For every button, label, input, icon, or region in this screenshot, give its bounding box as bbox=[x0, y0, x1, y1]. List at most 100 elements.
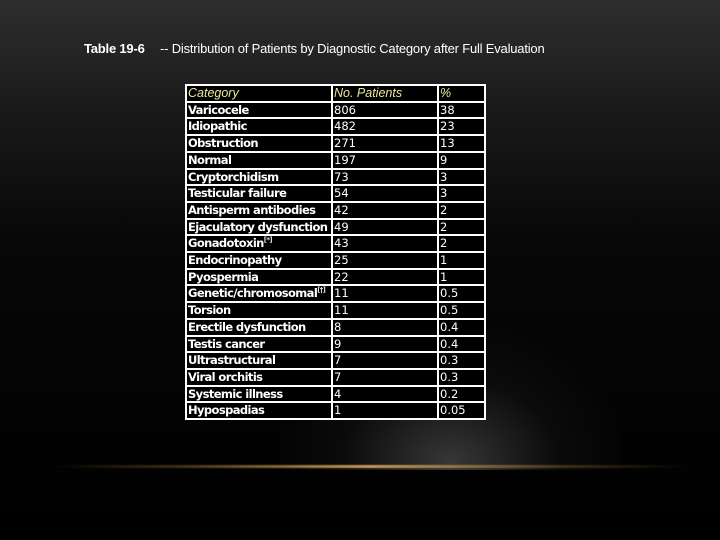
cell-category: Obstruction bbox=[185, 134, 333, 153]
cell-percent: 1 bbox=[437, 251, 486, 270]
cell-category: Erectile dysfunction bbox=[185, 317, 333, 337]
cell-percent: 2 bbox=[437, 217, 486, 237]
cell-patients: 11 bbox=[331, 284, 439, 304]
cell-category: Cryptorchidism bbox=[185, 167, 333, 187]
table-row: Endocrinopathy 25 1 bbox=[185, 251, 486, 270]
category-label: Systemic illness bbox=[188, 386, 283, 401]
category-label: Endocrinopathy bbox=[188, 253, 282, 268]
cell-category: Varicocele bbox=[185, 100, 333, 120]
cell-percent: 2 bbox=[437, 200, 486, 220]
header-category: Category bbox=[185, 84, 333, 103]
cell-percent: 13 bbox=[437, 134, 486, 153]
cell-percent: 9 bbox=[437, 150, 486, 170]
cell-category: Hypospadias bbox=[185, 401, 333, 421]
cell-percent: 38 bbox=[437, 100, 486, 120]
category-label: Ultrastructural bbox=[188, 353, 276, 368]
table-row: Testicular failure 54 3 bbox=[185, 184, 486, 203]
category-label: Erectile dysfunction bbox=[188, 319, 306, 334]
table-row: Idiopathic 482 23 bbox=[185, 117, 486, 137]
table-row: Gonadotoxin[*] 43 2 bbox=[185, 234, 486, 254]
cell-patients: 54 bbox=[331, 184, 439, 203]
table-row: Pyospermia 22 1 bbox=[185, 267, 486, 287]
table-row: Varicocele 806 38 bbox=[185, 100, 486, 120]
cell-category: Antisperm antibodies bbox=[185, 200, 333, 220]
cell-category: Testis cancer bbox=[185, 334, 333, 354]
category-label: Ejaculatory dysfunction bbox=[188, 219, 328, 234]
category-label: Hypospadias bbox=[188, 403, 265, 418]
cell-category: Systemic illness bbox=[185, 384, 333, 404]
cell-category: Normal bbox=[185, 150, 333, 170]
cell-percent: 0.3 bbox=[437, 367, 486, 387]
cell-patients: 43 bbox=[331, 234, 439, 254]
footnote-marker[interactable]: [*] bbox=[264, 237, 273, 245]
category-label: Obstruction bbox=[188, 136, 259, 151]
table-number: Table 19-6 bbox=[84, 41, 145, 56]
table-row: Obstruction 271 13 bbox=[185, 134, 486, 153]
category-label: Idiopathic bbox=[188, 119, 247, 134]
cell-percent: 0.4 bbox=[437, 317, 486, 337]
cell-percent: 0.5 bbox=[437, 284, 486, 304]
cell-patients: 22 bbox=[331, 267, 439, 287]
cell-patients: 49 bbox=[331, 217, 439, 237]
cell-percent: 3 bbox=[437, 184, 486, 203]
cell-percent: 2 bbox=[437, 234, 486, 254]
cell-patients: 1 bbox=[331, 401, 439, 421]
category-label: Cryptorchidism bbox=[188, 169, 279, 184]
table-row: Normal 197 9 bbox=[185, 150, 486, 170]
diagnostic-category-table: Category No. Patients % Varicocele 806 38 I… bbox=[185, 84, 486, 421]
cell-category: Torsion bbox=[185, 301, 333, 320]
accent-divider-line bbox=[50, 465, 690, 468]
cell-percent: 0.3 bbox=[437, 351, 486, 370]
category-label: Normal bbox=[188, 152, 232, 167]
cell-patients: 7 bbox=[331, 367, 439, 387]
cell-patients: 4 bbox=[331, 384, 439, 404]
cell-patients: 806 bbox=[331, 100, 439, 120]
table-row: Hypospadias 1 0.05 bbox=[185, 401, 486, 421]
header-patients: No. Patients bbox=[331, 84, 439, 103]
cell-patients: 197 bbox=[331, 150, 439, 170]
category-label: Viral orchitis bbox=[188, 369, 263, 384]
cell-category: Endocrinopathy bbox=[185, 251, 333, 270]
table-row: Antisperm antibodies 42 2 bbox=[185, 200, 486, 220]
cell-patients: 7 bbox=[331, 351, 439, 370]
cell-patients: 42 bbox=[331, 200, 439, 220]
cell-patients: 25 bbox=[331, 251, 439, 270]
category-label: Testicular failure bbox=[188, 186, 287, 201]
cell-patients: 9 bbox=[331, 334, 439, 354]
cell-percent: 23 bbox=[437, 117, 486, 137]
cell-percent: 0.4 bbox=[437, 334, 486, 354]
table-row: Genetic/chromosomal[†] 11 0.5 bbox=[185, 284, 486, 304]
cell-patients: 11 bbox=[331, 301, 439, 320]
category-label: Torsion bbox=[188, 303, 231, 318]
cell-patients: 271 bbox=[331, 134, 439, 153]
table-row: Systemic illness 4 0.2 bbox=[185, 384, 486, 404]
cell-percent: 0.05 bbox=[437, 401, 486, 421]
category-label: Varicocele bbox=[188, 102, 249, 117]
cell-patients: 8 bbox=[331, 317, 439, 337]
table-row: Testis cancer 9 0.4 bbox=[185, 334, 486, 354]
table-header-row: Category No. Patients % bbox=[185, 84, 486, 103]
cell-percent: 0.5 bbox=[437, 301, 486, 320]
cell-category: Ultrastructural bbox=[185, 351, 333, 370]
cell-percent: 0.2 bbox=[437, 384, 486, 404]
header-percent: % bbox=[437, 84, 486, 103]
cell-patients: 73 bbox=[331, 167, 439, 187]
table-caption: -- Distribution of Patients by Diagnosti… bbox=[160, 41, 545, 56]
cell-patients: 482 bbox=[331, 117, 439, 137]
table-row: Ultrastructural 7 0.3 bbox=[185, 351, 486, 370]
cell-category: Viral orchitis bbox=[185, 367, 333, 387]
cell-category: Gonadotoxin[*] bbox=[185, 234, 333, 254]
cell-percent: 3 bbox=[437, 167, 486, 187]
category-label: Genetic/chromosomal bbox=[188, 286, 318, 301]
category-label: Gonadotoxin bbox=[188, 236, 264, 251]
table-row: Torsion 11 0.5 bbox=[185, 301, 486, 320]
cell-category: Ejaculatory dysfunction bbox=[185, 217, 333, 237]
cell-category: Testicular failure bbox=[185, 184, 333, 203]
table-row: Viral orchitis 7 0.3 bbox=[185, 367, 486, 387]
footnote-marker[interactable]: [†] bbox=[317, 287, 326, 295]
cell-category: Genetic/chromosomal[†] bbox=[185, 284, 333, 304]
slide-title: Table 19-6 -- Distribution of Patients b… bbox=[84, 41, 545, 56]
category-label: Antisperm antibodies bbox=[188, 202, 316, 217]
cell-category: Idiopathic bbox=[185, 117, 333, 137]
cell-category: Pyospermia bbox=[185, 267, 333, 287]
